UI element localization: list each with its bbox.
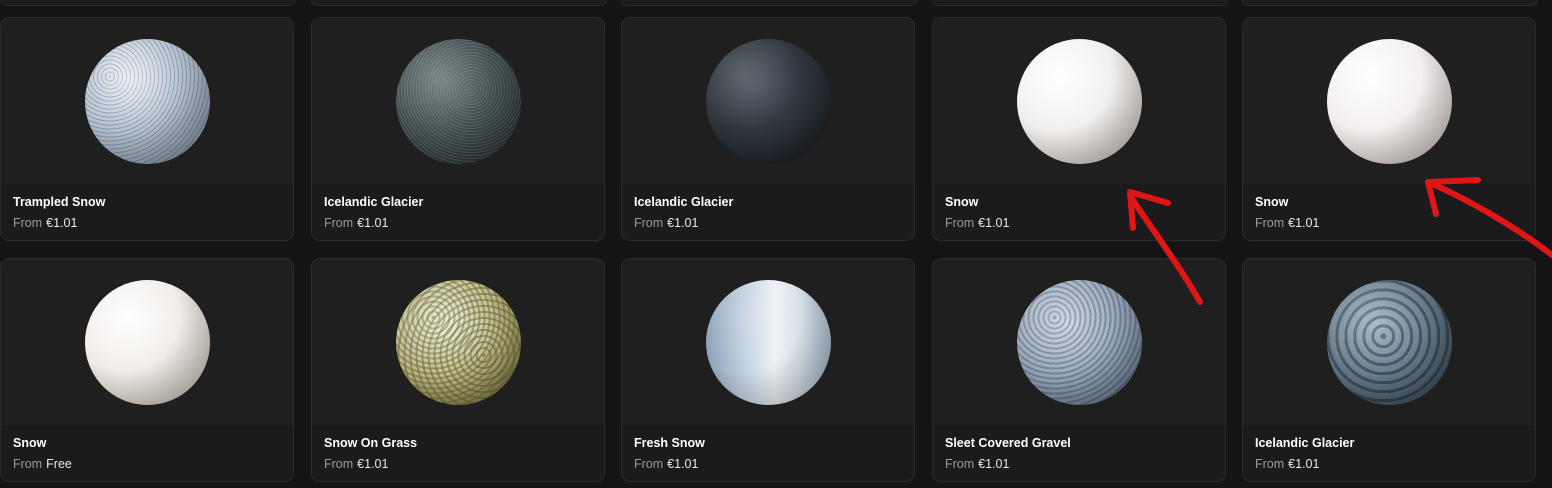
material-title: Icelandic Glacier (634, 195, 734, 209)
card-info (1, 425, 293, 481)
material-preview (933, 259, 1225, 425)
material-sphere (85, 280, 210, 405)
material-title: Sleet Covered Gravel (945, 436, 1071, 450)
material-price: From €1.01 (1255, 216, 1319, 230)
card-info (1243, 184, 1535, 240)
price-prefix: From (13, 216, 43, 230)
price-prefix: From (13, 457, 43, 471)
card-info (1243, 425, 1535, 481)
material-title: Snow On Grass (324, 436, 418, 450)
previous-card-edge (932, 0, 1228, 6)
material-preview (1243, 18, 1535, 184)
price-amount: €1.01 (1288, 457, 1320, 471)
material-grid: Trampled Snow From €1.01 Icelandic Glacie… (0, 17, 1552, 488)
price-amount: €1.01 (1288, 216, 1320, 230)
material-title: Icelandic Glacier (1255, 436, 1355, 450)
card-info (1, 184, 293, 240)
price-prefix: From (634, 457, 664, 471)
material-preview (622, 259, 914, 425)
price-prefix: From (945, 457, 975, 471)
card-info (312, 184, 604, 240)
card-info (622, 184, 914, 240)
price-amount: €1.01 (667, 457, 699, 471)
price-amount: €1.01 (46, 216, 78, 230)
previous-card-edge (1242, 0, 1538, 6)
material-title: Snow (945, 195, 979, 209)
material-sphere (706, 39, 831, 164)
price-prefix: From (1255, 216, 1285, 230)
material-price: From €1.01 (1255, 457, 1319, 471)
material-title: Snow (13, 436, 47, 450)
material-card[interactable]: Icelandic Glacier From €1.01 (311, 17, 605, 241)
previous-card-edge (621, 0, 917, 6)
material-sphere (396, 280, 521, 405)
price-prefix: From (945, 216, 975, 230)
price-amount: Free (46, 457, 72, 471)
price-prefix: From (634, 216, 664, 230)
material-price: From Free (13, 457, 72, 471)
price-prefix: From (324, 216, 354, 230)
material-preview (1243, 259, 1535, 425)
material-title: Icelandic Glacier (324, 195, 424, 209)
material-card[interactable]: Trampled Snow From €1.01 (0, 17, 294, 241)
price-amount: €1.01 (667, 216, 699, 230)
material-card[interactable]: Snow From Free (0, 258, 294, 482)
material-sphere (1327, 39, 1452, 164)
previous-row-edge (0, 0, 1552, 6)
material-card[interactable]: Snow On Grass From €1.01 (311, 258, 605, 482)
material-price: From €1.01 (324, 216, 388, 230)
material-sphere (1017, 280, 1142, 405)
previous-card-edge (0, 0, 296, 6)
material-sphere (85, 39, 210, 164)
price-amount: €1.01 (357, 457, 389, 471)
card-info (933, 425, 1225, 481)
material-preview (1, 259, 293, 425)
price-prefix: From (1255, 457, 1285, 471)
card-info (933, 184, 1225, 240)
price-amount: €1.01 (978, 216, 1010, 230)
material-card[interactable]: Snow From €1.01 (1242, 17, 1536, 241)
material-preview (312, 259, 604, 425)
material-title: Trampled Snow (13, 195, 106, 209)
material-price: From €1.01 (324, 457, 388, 471)
material-card[interactable]: Snow From €1.01 (932, 17, 1226, 241)
material-card[interactable]: Icelandic Glacier From €1.01 (621, 17, 915, 241)
material-title: Fresh Snow (634, 436, 705, 450)
material-sphere (706, 280, 831, 405)
material-price: From €1.01 (945, 216, 1009, 230)
material-price: From €1.01 (634, 216, 698, 230)
material-card[interactable]: Icelandic Glacier From €1.01 (1242, 258, 1536, 482)
material-sphere (1017, 39, 1142, 164)
material-sphere (1327, 280, 1452, 405)
material-card[interactable]: Fresh Snow From €1.01 (621, 258, 915, 482)
card-info (312, 425, 604, 481)
material-sphere (396, 39, 521, 164)
previous-card-edge (311, 0, 607, 6)
price-prefix: From (324, 457, 354, 471)
material-title: Snow (1255, 195, 1289, 209)
material-preview (933, 18, 1225, 184)
material-preview (622, 18, 914, 184)
material-preview (1, 18, 293, 184)
material-price: From €1.01 (13, 216, 77, 230)
price-amount: €1.01 (357, 216, 389, 230)
material-price: From €1.01 (945, 457, 1009, 471)
material-card[interactable]: Sleet Covered Gravel From €1.01 (932, 258, 1226, 482)
material-price: From €1.01 (634, 457, 698, 471)
card-info (622, 425, 914, 481)
price-amount: €1.01 (978, 457, 1010, 471)
material-preview (312, 18, 604, 184)
